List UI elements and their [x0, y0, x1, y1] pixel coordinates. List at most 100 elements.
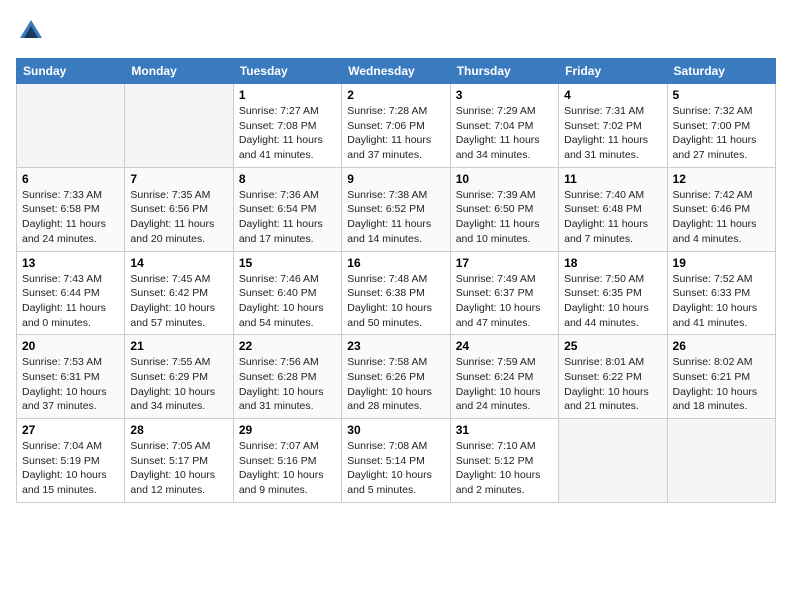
sunset-label: Sunset: 6:56 PM	[130, 203, 208, 215]
sunset-label: Sunset: 5:17 PM	[130, 455, 208, 467]
week-row-3: 13Sunrise: 7:43 AMSunset: 6:44 PMDayligh…	[17, 251, 776, 335]
sunset-label: Sunset: 7:08 PM	[239, 120, 317, 132]
daylight-label: Daylight: 11 hours and 24 minutes.	[22, 218, 106, 245]
sunset-label: Sunset: 6:48 PM	[564, 203, 642, 215]
day-detail: Sunrise: 7:52 AMSunset: 6:33 PMDaylight:…	[673, 272, 770, 331]
sunrise-label: Sunrise: 7:33 AM	[22, 189, 102, 201]
day-detail: Sunrise: 7:33 AM Sunset: 6:58 PM Daylight:…	[22, 188, 119, 247]
sunset-label: Sunset: 6:40 PM	[239, 287, 317, 299]
daylight-label: Daylight: 10 hours and 21 minutes.	[564, 386, 649, 413]
calendar-cell: 11Sunrise: 7:40 AMSunset: 6:48 PMDayligh…	[559, 167, 667, 251]
sunset-label: Sunset: 7:04 PM	[456, 120, 534, 132]
daylight-label: Daylight: 10 hours and 28 minutes.	[347, 386, 432, 413]
sunrise-label: Sunrise: 7:38 AM	[347, 189, 427, 201]
logo	[16, 16, 50, 46]
day-number: 12	[673, 172, 770, 186]
day-detail: Sunrise: 7:39 AMSunset: 6:50 PMDaylight:…	[456, 188, 553, 247]
daylight-label: Daylight: 11 hours and 7 minutes.	[564, 218, 648, 245]
calendar-cell: 17Sunrise: 7:49 AMSunset: 6:37 PMDayligh…	[450, 251, 558, 335]
calendar-cell: 13Sunrise: 7:43 AMSunset: 6:44 PMDayligh…	[17, 251, 125, 335]
calendar-cell: 2 Sunrise: 7:28 AMSunset: 7:06 PMDaylight…	[342, 84, 450, 168]
daylight-label: Daylight: 10 hours and 57 minutes.	[130, 302, 215, 329]
col-header-monday: Monday	[125, 59, 233, 84]
sunrise-label: Sunrise: 7:27 AM	[239, 105, 319, 117]
calendar-cell: 18 Sunrise: 7:50 AMSunset: 6:35 PMDayligh…	[559, 251, 667, 335]
sunset-label: Sunset: 6:50 PM	[456, 203, 534, 215]
day-number: 5	[673, 88, 770, 102]
col-header-sunday: Sunday	[17, 59, 125, 84]
day-detail: Sunrise: 7:07 AM Sunset: 5:16 PM Daylight:…	[239, 439, 336, 498]
sunset-label: Sunset: 6:35 PM	[564, 287, 642, 299]
sunrise-label: Sunrise: 7:07 AM	[239, 440, 319, 452]
day-detail: Sunrise: 7:28 AMSunset: 7:06 PMDaylight:…	[347, 104, 444, 163]
col-header-tuesday: Tuesday	[233, 59, 341, 84]
daylight-label: Daylight: 10 hours and 9 minutes.	[239, 469, 324, 496]
week-row-5: 27Sunrise: 7:04 AMSunset: 5:19 PMDayligh…	[17, 419, 776, 503]
calendar-cell: 19 Sunrise: 7:52 AMSunset: 6:33 PMDayligh…	[667, 251, 775, 335]
calendar-cell: 7Sunrise: 7:35 AMSunset: 6:56 PMDaylight…	[125, 167, 233, 251]
day-number: 19	[673, 256, 770, 270]
daylight-label: Daylight: 10 hours and 37 minutes.	[22, 386, 107, 413]
day-number: 18	[564, 256, 661, 270]
day-detail: Sunrise: 7:43 AMSunset: 6:44 PMDaylight:…	[22, 272, 119, 331]
calendar-cell	[667, 419, 775, 503]
day-detail: Sunrise: 7:58 AMSunset: 6:26 PMDaylight:…	[347, 355, 444, 414]
day-number: 30	[347, 423, 444, 437]
day-number: 2	[347, 88, 444, 102]
week-row-2: 6Sunrise: 7:33 AMSunset: 6:58 PMDaylight…	[17, 167, 776, 251]
day-number: 9	[347, 172, 444, 186]
sunrise-label: Sunrise: 7:42 AM	[673, 189, 753, 201]
daylight-label: Daylight: 11 hours and 37 minutes.	[347, 134, 431, 161]
daylight-label: Daylight: 11 hours and 0 minutes.	[22, 302, 106, 329]
daylight-label: Daylight: 10 hours and 34 minutes.	[130, 386, 215, 413]
day-detail: Sunrise: 7:08 AMSunset: 5:14 PMDaylight:…	[347, 439, 444, 498]
day-detail: Sunrise: 7:05 AMSunset: 5:17 PMDaylight:…	[130, 439, 227, 498]
day-detail: Sunrise: 7:50 AMSunset: 6:35 PMDaylight:…	[564, 272, 661, 331]
sunset-label: Sunset: 6:37 PM	[456, 287, 534, 299]
daylight-label: Daylight: 11 hours and 4 minutes.	[673, 218, 757, 245]
sunrise-label: Sunrise: 7:52 AM	[673, 273, 753, 285]
logo-icon	[16, 16, 46, 46]
calendar-cell: 26Sunrise: 8:02 AMSunset: 6:21 PMDayligh…	[667, 335, 775, 419]
calendar-cell: 21Sunrise: 7:55 AMSunset: 6:29 PMDayligh…	[125, 335, 233, 419]
day-number: 25	[564, 339, 661, 353]
col-header-wednesday: Wednesday	[342, 59, 450, 84]
calendar-table: SundayMondayTuesdayWednesdayThursdayFrid…	[16, 58, 776, 503]
daylight-label: Daylight: 11 hours and 10 minutes.	[456, 218, 540, 245]
sunset-label: Sunset: 6:22 PM	[564, 371, 642, 383]
sunset-label: Sunset: 5:14 PM	[347, 455, 425, 467]
sunrise-label: Sunrise: 8:02 AM	[673, 356, 753, 368]
day-number: 14	[130, 256, 227, 270]
week-row-4: 20Sunrise: 7:53 AMSunset: 6:31 PMDayligh…	[17, 335, 776, 419]
day-detail: Sunrise: 7:45 AMSunset: 6:42 PMDaylight:…	[130, 272, 227, 331]
sunset-label: Sunset: 6:58 PM	[22, 203, 100, 215]
day-detail: Sunrise: 7:56 AMSunset: 6:28 PMDaylight:…	[239, 355, 336, 414]
calendar-cell: 24Sunrise: 7:59 AMSunset: 6:24 PMDayligh…	[450, 335, 558, 419]
sunset-label: Sunset: 5:16 PM	[239, 455, 317, 467]
calendar-cell: 22Sunrise: 7:56 AMSunset: 6:28 PMDayligh…	[233, 335, 341, 419]
daylight-label: Daylight: 11 hours and 20 minutes.	[130, 218, 214, 245]
day-detail: Sunrise: 7:31 AMSunset: 7:02 PMDaylight:…	[564, 104, 661, 163]
sunrise-label: Sunrise: 7:48 AM	[347, 273, 427, 285]
daylight-label: Daylight: 10 hours and 18 minutes.	[673, 386, 758, 413]
day-number: 24	[456, 339, 553, 353]
sunset-label: Sunset: 6:24 PM	[456, 371, 534, 383]
day-detail: Sunrise: 7:04 AMSunset: 5:19 PMDaylight:…	[22, 439, 119, 498]
calendar-cell: 3Sunrise: 7:29 AMSunset: 7:04 PMDaylight…	[450, 84, 558, 168]
day-detail: Sunrise: 7:46 AMSunset: 6:40 PMDaylight:…	[239, 272, 336, 331]
day-number: 31	[456, 423, 553, 437]
day-number: 3	[456, 88, 553, 102]
sunset-label: Sunset: 6:31 PM	[22, 371, 100, 383]
sunrise-label: Sunrise: 7:55 AM	[130, 356, 210, 368]
day-number: 26	[673, 339, 770, 353]
sunrise-label: Sunrise: 7:36 AM	[239, 189, 319, 201]
calendar-cell: 8Sunrise: 7:36 AMSunset: 6:54 PMDaylight…	[233, 167, 341, 251]
sunset-label: Sunset: 7:00 PM	[673, 120, 751, 132]
sunrise-label: Sunrise: 7:43 AM	[22, 273, 102, 285]
col-header-friday: Friday	[559, 59, 667, 84]
daylight-label: Daylight: 10 hours and 31 minutes.	[239, 386, 324, 413]
day-number: 28	[130, 423, 227, 437]
sunrise-label: Sunrise: 7:10 AM	[456, 440, 536, 452]
daylight-label: Daylight: 11 hours and 17 minutes.	[239, 218, 323, 245]
day-number: 23	[347, 339, 444, 353]
